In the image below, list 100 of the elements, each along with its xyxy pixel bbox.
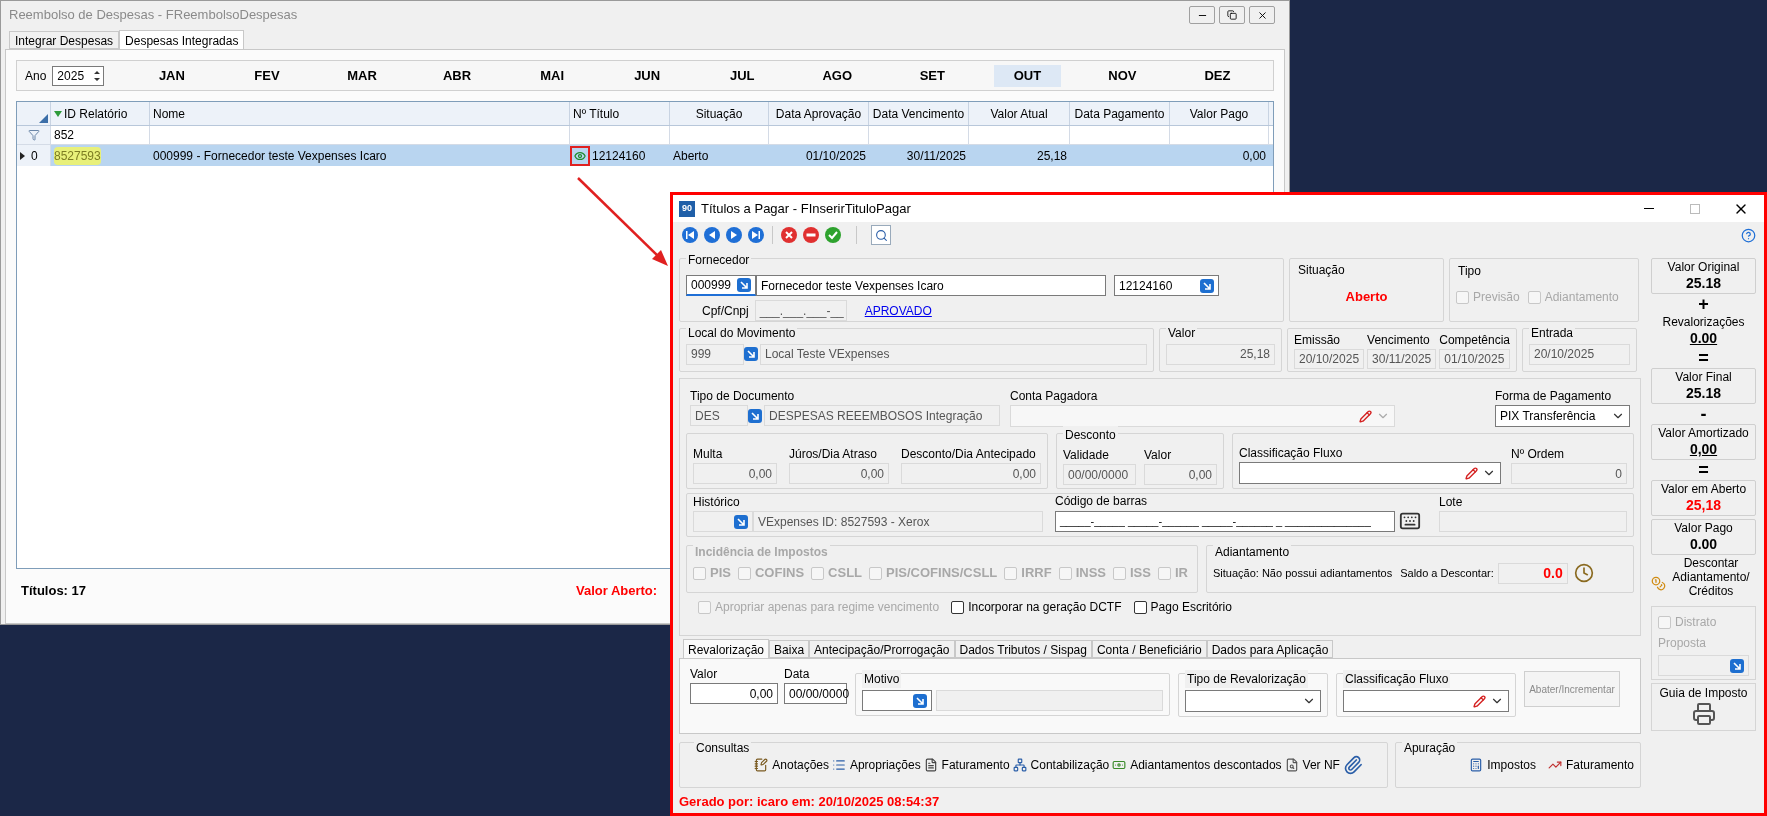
triangle-right-icon[interactable] <box>725 226 743 244</box>
month-button[interactable]: SET <box>898 64 966 87</box>
input-field[interactable]: 0,00 <box>901 463 1041 484</box>
discount-advance-button[interactable]: Descontar Adiantamento/ Créditos <box>1651 556 1756 598</box>
input-field[interactable]: 00/00/0000 <box>784 683 847 704</box>
month-button[interactable]: NOV <box>1088 64 1156 87</box>
input-field[interactable]: 999 <box>686 343 744 365</box>
value-amount: 25,18 <box>1685 497 1721 514</box>
tab[interactable]: Baixa <box>769 640 810 658</box>
tab[interactable]: Revalorização <box>683 639 770 659</box>
input-field[interactable]: Local Teste VExpenses <box>760 343 1147 365</box>
month-button[interactable]: MAI <box>518 64 586 87</box>
input-field[interactable]: 0,00 <box>693 463 777 484</box>
input-field[interactable]: DES <box>690 405 748 426</box>
input-field[interactable]: VExpenses ID: 8527593 - Xerox <box>753 511 1043 532</box>
checkbox[interactable] <box>1133 600 1147 614</box>
month-button[interactable]: DEZ <box>1183 64 1251 87</box>
field-label: Data <box>784 666 811 683</box>
input-field[interactable]: 01/10/2025 <box>1439 349 1510 369</box>
month-button[interactable]: JUN <box>613 64 681 87</box>
search-button[interactable] <box>871 225 891 245</box>
tab[interactable]: Dados para Aplicação <box>1206 640 1334 658</box>
arrow-icon[interactable] <box>737 278 751 292</box>
row-pointer-icon <box>20 151 25 160</box>
input-field[interactable]: 00/00/0000 <box>1063 464 1136 485</box>
triangle-left-icon[interactable] <box>703 226 721 244</box>
skip-start-icon[interactable] <box>681 226 699 244</box>
skip-end-icon[interactable] <box>747 226 765 244</box>
input-field[interactable]: 0,00 <box>1144 464 1217 485</box>
dropdown[interactable] <box>1239 462 1501 484</box>
arrow-icon[interactable] <box>744 347 758 361</box>
stop-button[interactable] <box>802 226 820 244</box>
month-button[interactable]: AGO <box>803 64 871 87</box>
arrow-icon[interactable] <box>913 693 927 708</box>
arrow-icon[interactable] <box>734 514 748 529</box>
tab[interactable]: Conta / Beneficiário <box>1091 640 1207 658</box>
query-button[interactable]: Faturamento <box>923 756 1010 774</box>
arrow-icon[interactable] <box>748 408 762 423</box>
close-button[interactable] <box>1249 6 1275 24</box>
input-field[interactable]: 0,00 <box>789 463 889 484</box>
tab[interactable]: Dados Tributos / Sispag <box>954 640 1092 658</box>
clock-icon[interactable] <box>1573 563 1594 583</box>
help-icon[interactable] <box>1741 227 1756 243</box>
input-field[interactable]: 25,18 <box>1166 343 1275 365</box>
month-button[interactable]: JAN <box>138 64 206 87</box>
printer-icon[interactable] <box>1691 702 1716 726</box>
field-label: Desconto/Dia Antecipado <box>901 446 1037 463</box>
status-link[interactable]: APROVADO <box>864 301 932 320</box>
pencil-icon <box>1473 694 1486 708</box>
dropdown[interactable]: PIX Transferência <box>1495 405 1630 427</box>
input-field[interactable]: 20/10/2025 <box>1529 343 1630 365</box>
assessment-button[interactable]: Faturamento <box>1547 756 1634 774</box>
dropdown[interactable] <box>1185 690 1321 712</box>
field-label: Forma de Pagamento <box>1495 388 1613 405</box>
cancel-button[interactable] <box>780 226 798 244</box>
query-button[interactable]: Apropriações <box>831 756 921 774</box>
input-field[interactable]: 20/10/2025 <box>1294 349 1365 369</box>
month-button[interactable]: ABR <box>423 64 491 87</box>
keyboard-icon[interactable] <box>1399 510 1421 532</box>
restore-button[interactable] <box>1219 6 1245 24</box>
column-header: Data Vencimento <box>872 105 965 123</box>
month-button[interactable]: MAR <box>328 64 396 87</box>
field-label: Lote <box>1439 494 1464 511</box>
input-field[interactable]: ___.___.___-__ <box>754 300 847 321</box>
query-button[interactable]: Ver NF <box>1284 756 1340 774</box>
checkbox[interactable] <box>951 600 965 614</box>
field-label: Ano <box>25 67 47 85</box>
input-field[interactable]: 0 <box>1511 463 1627 484</box>
input-field[interactable]: DESPESAS REEEMBOSOS Integração <box>764 405 1000 426</box>
advance-status: Situação: Não possui adiantamentos <box>1213 565 1393 581</box>
query-button[interactable]: Contabilização <box>1012 756 1110 774</box>
month-button[interactable]: OUT <box>993 64 1061 87</box>
table-row[interactable]: 0 8527593 000999 - Fornecedor teste Vexpenses Icaro 12124160 Aberto 01/10/2025 30/11/2025 25,18 0,00 <box>17 145 1273 166</box>
pencil-icon <box>1359 409 1372 423</box>
input-field[interactable]: 30/11/2025 <box>1367 349 1437 369</box>
tab[interactable]: Antecipação/Prorrogação <box>809 640 955 658</box>
query-button[interactable]: Anotações <box>754 756 829 774</box>
input-field[interactable]: 0,00 <box>690 683 778 704</box>
arrow-icon[interactable] <box>1200 278 1214 293</box>
dropdown[interactable] <box>1343 690 1509 712</box>
input-field[interactable]: 0.0 <box>1497 562 1568 584</box>
attach-button[interactable] <box>1342 755 1363 775</box>
year-spinner[interactable]: 2025 <box>52 65 105 86</box>
tab[interactable]: Despesas Integradas <box>119 30 245 50</box>
field-label: Validade <box>1063 447 1110 464</box>
field-label: Cpf/Cnpj <box>702 302 749 320</box>
confirm-button[interactable] <box>824 226 842 244</box>
input-field[interactable]: 12124160 <box>1114 275 1219 296</box>
assessment-button[interactable]: Impostos <box>1469 756 1536 774</box>
tab[interactable]: Integrar Despesas <box>9 31 120 49</box>
checkbox-label: Pago Escritório <box>1150 599 1232 616</box>
input-field[interactable]: _____-_____ _____-______ _____-______ _ ______________ <box>1055 510 1395 532</box>
input-field[interactable]: 000999 <box>686 275 756 296</box>
query-button[interactable]: Adiantamentos descontados <box>1112 756 1282 774</box>
input-field[interactable] <box>862 690 932 711</box>
checkbox-label: IR <box>1174 564 1188 583</box>
month-button[interactable]: JUL <box>708 64 776 87</box>
input-field[interactable]: Fornecedor teste Vexpenses Icaro <box>756 275 1106 296</box>
month-button[interactable]: FEV <box>233 64 301 87</box>
arrow-icon[interactable] <box>1730 658 1744 673</box>
